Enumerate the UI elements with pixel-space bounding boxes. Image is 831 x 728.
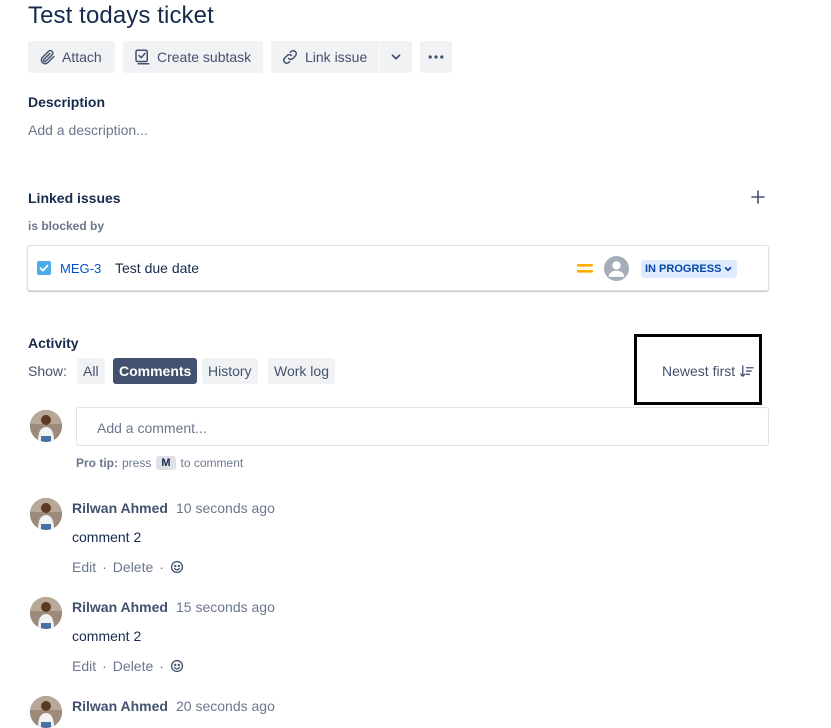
link-relation-label: is blocked by — [28, 219, 105, 233]
status-dropdown[interactable]: IN PROGRESS — [641, 260, 738, 278]
activity-heading: Activity — [28, 335, 79, 351]
comment-actions: Edit · Delete · — [72, 658, 184, 674]
user-photo-icon — [30, 410, 62, 442]
user-photo-icon — [30, 597, 62, 629]
attach-button[interactable]: Attach — [28, 41, 115, 73]
show-label: Show: — [28, 363, 67, 379]
comment-actions: Edit · Delete · — [72, 559, 184, 575]
comment-author-avatar — [30, 597, 62, 629]
link-issue-button[interactable]: Link issue — [271, 41, 379, 73]
attach-label: Attach — [62, 49, 102, 65]
edit-comment-button[interactable]: Edit — [72, 559, 96, 575]
subtask-checkbox-icon — [135, 49, 150, 65]
filter-work-log[interactable]: Work log — [268, 358, 335, 384]
comment-time[interactable]: 20 seconds ago — [176, 698, 275, 714]
link-issue-dropdown-button[interactable] — [380, 41, 412, 73]
more-icon — [428, 55, 444, 59]
delete-comment-button[interactable]: Delete — [113, 658, 153, 674]
create-subtask-button[interactable]: Create subtask — [123, 41, 263, 73]
comment-time[interactable]: 10 seconds ago — [176, 500, 275, 516]
sort-order-button[interactable]: Newest first — [662, 363, 754, 379]
create-subtask-label: Create subtask — [157, 49, 252, 65]
priority-medium-icon — [577, 264, 593, 273]
status-label: IN PROGRESS — [645, 263, 722, 275]
link-icon — [282, 49, 298, 65]
comment-input[interactable]: Add a comment... — [76, 407, 769, 446]
separator: · — [102, 658, 107, 674]
pro-tip-press: press — [122, 456, 152, 470]
user-photo-icon — [30, 498, 62, 530]
link-issue-label: Link issue — [305, 49, 368, 65]
delete-comment-button[interactable]: Delete — [113, 559, 153, 575]
pro-tip: Pro tip: press M to comment — [76, 456, 243, 470]
linked-issues-heading: Linked issues — [28, 190, 121, 206]
description-placeholder[interactable]: Add a description... — [28, 122, 148, 138]
sort-descending-icon — [740, 364, 754, 377]
comment-author[interactable]: Rilwan Ahmed — [72, 500, 168, 516]
user-photo-icon — [30, 696, 62, 728]
edit-comment-button[interactable]: Edit — [72, 658, 96, 674]
shortcut-key: M — [156, 456, 176, 470]
comment-author-avatar — [30, 696, 62, 728]
chevron-down-icon — [725, 266, 732, 272]
sort-order-label: Newest first — [662, 363, 736, 379]
chevron-down-icon — [391, 54, 401, 60]
assignee-avatar-icon[interactable] — [604, 256, 629, 281]
linked-issue-key[interactable]: MEG-3 — [60, 261, 101, 276]
comment-author-avatar — [30, 498, 62, 530]
filter-history[interactable]: History — [202, 358, 258, 384]
description-heading: Description — [28, 94, 106, 110]
add-reaction-icon[interactable] — [170, 659, 184, 673]
separator: · — [159, 658, 164, 674]
pro-tip-prefix: Pro tip: — [76, 456, 118, 470]
comment-body: comment 2 — [72, 529, 142, 545]
separator: · — [159, 559, 164, 575]
filter-comments[interactable]: Comments — [113, 358, 198, 384]
linked-issue-row[interactable]: MEG-3 Test due date IN PROGRESS — [27, 245, 769, 291]
comment-time[interactable]: 15 seconds ago — [176, 599, 275, 615]
comment-author[interactable]: Rilwan Ahmed — [72, 599, 168, 615]
task-type-icon — [37, 261, 51, 275]
more-actions-button[interactable] — [420, 41, 452, 73]
pro-tip-suffix: to comment — [180, 456, 244, 470]
paperclip-icon — [40, 49, 55, 65]
comment-body: comment 2 — [72, 628, 142, 644]
linked-issue-summary[interactable]: Test due date — [115, 260, 199, 276]
add-linked-issue-button[interactable] — [748, 187, 768, 207]
add-reaction-icon[interactable] — [170, 560, 184, 574]
separator: · — [102, 559, 107, 575]
issue-title[interactable]: Test todays ticket — [28, 2, 214, 30]
current-user-avatar — [30, 410, 62, 442]
plus-icon — [751, 190, 765, 204]
comment-placeholder: Add a comment... — [97, 420, 207, 436]
comment-author[interactable]: Rilwan Ahmed — [72, 698, 168, 714]
filter-all[interactable]: All — [77, 358, 105, 384]
